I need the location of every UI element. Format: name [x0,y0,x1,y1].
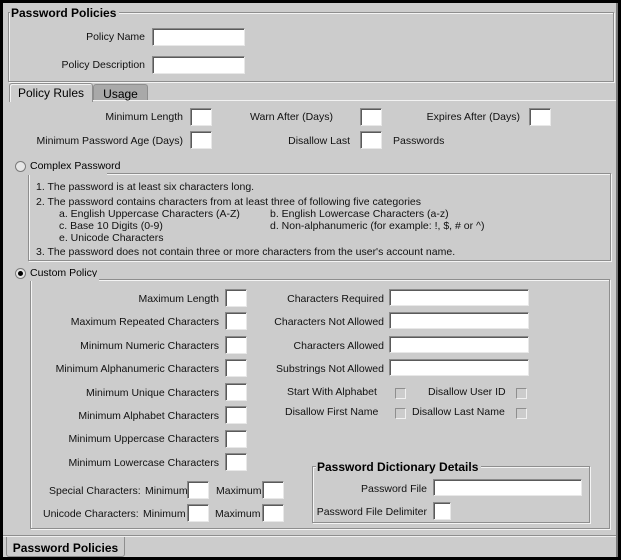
passwords-suffix-label: Passwords [393,135,445,147]
password-file-label: Password File [361,483,427,495]
custom-policy-label-gap [29,277,99,281]
policy-description-label: Policy Description [61,59,145,71]
disallow-first-name-label: Disallow First Name [285,406,379,418]
unicode-maximum-input[interactable] [262,504,284,522]
start-with-alphabet-label: Start With Alphabet [287,386,377,398]
unicode-maximum-label: Maximum [215,508,261,520]
password-file-input[interactable] [433,479,582,496]
maximum-repeated-label: Maximum Repeated Characters [70,316,219,328]
characters-required-input[interactable] [389,289,529,306]
substrings-not-allowed-label: Substrings Not Allowed [276,363,384,375]
tab-strip-line [89,100,616,101]
complex-password-label-gap [27,171,107,175]
complex-rule-2d: d. Non-alphanumeric (for example: !, $, … [270,220,485,232]
warn-after-input[interactable] [360,108,382,126]
disallow-last-input[interactable] [360,131,382,149]
special-maximum-label: Maximum [216,485,262,497]
characters-not-allowed-input[interactable] [389,312,529,329]
special-maximum-input[interactable] [262,481,284,499]
complex-rule-2b: b. English Lowercase Characters (a-z) [270,208,449,220]
tab-policy-rules[interactable]: Policy Rules [9,83,93,102]
minimum-alphabet-label: Minimum Alphabet Characters [78,410,219,422]
password-file-delimiter-input[interactable] [433,502,451,520]
bottom-tab-password-policies[interactable]: Password Policies [6,537,125,557]
disallow-user-id-label: Disallow User ID [428,386,506,398]
expires-after-input[interactable] [529,108,551,126]
maximum-length-label: Maximum Length [138,293,219,305]
complex-rule-2a: a. English Uppercase Characters (A-Z) [59,208,240,220]
disallow-last-label: Disallow Last [288,135,350,147]
password-policies-window: Password Policies Policy Name Policy Des… [3,3,618,557]
special-characters-label: Special Characters: [49,485,141,497]
custom-policy-radio[interactable] [15,268,26,279]
complex-rule-2: 2. The password contains characters from… [36,196,421,208]
minimum-length-input[interactable] [190,108,212,126]
policy-name-label: Policy Name [86,31,145,43]
characters-allowed-input[interactable] [389,336,529,353]
disallow-last-name-label: Disallow Last Name [412,406,505,418]
radio-selected-dot [18,271,23,276]
characters-not-allowed-label: Characters Not Allowed [274,316,384,328]
minimum-lowercase-input[interactable] [225,453,247,471]
complex-rule-2c: c. Base 10 Digits (0-9) [59,220,163,232]
start-with-alphabet-checkbox[interactable] [395,388,406,399]
maximum-repeated-input[interactable] [225,312,247,330]
policy-description-input[interactable] [152,56,245,74]
minimum-alphanumeric-label: Minimum Alphanumeric Characters [55,363,219,375]
policy-name-input[interactable] [152,28,245,46]
disallow-last-name-checkbox[interactable] [516,408,527,419]
minimum-alphabet-input[interactable] [225,406,247,424]
minimum-unique-label: Minimum Unique Characters [85,387,219,399]
special-minimum-input[interactable] [187,481,209,499]
complex-password-radio[interactable] [15,161,26,172]
minimum-lowercase-label: Minimum Lowercase Characters [68,457,219,469]
characters-required-label: Characters Required [287,293,384,305]
characters-allowed-label: Characters Allowed [293,340,384,352]
expires-after-label: Expires After (Days) [426,111,520,123]
password-file-delimiter-label: Password File Delimiter [316,506,427,518]
complex-rule-3: 3. The password does not contain three o… [36,246,456,258]
unicode-minimum-label: Minimum [143,508,186,520]
complex-rule-1: 1. The password is at least six characte… [36,181,255,193]
min-password-age-label: Minimum Password Age (Days) [36,135,183,147]
unicode-minimum-input[interactable] [187,504,209,522]
minimum-length-label: Minimum Length [105,111,183,123]
warn-after-label: Warn After (Days) [249,111,333,123]
password-policies-title: Password Policies [10,6,120,20]
minimum-uppercase-label: Minimum Uppercase Characters [68,433,219,445]
special-minimum-label: Minimum [145,485,188,497]
password-policies-group [8,12,614,82]
minimum-uppercase-input[interactable] [225,430,247,448]
min-password-age-input[interactable] [190,131,212,149]
complex-rule-2e: e. Unicode Characters [59,232,164,244]
minimum-unique-input[interactable] [225,383,247,401]
disallow-user-id-checkbox[interactable] [516,388,527,399]
tab-usage[interactable]: Usage [93,84,148,101]
substrings-not-allowed-input[interactable] [389,359,529,376]
maximum-length-input[interactable] [225,289,247,307]
minimum-numeric-input[interactable] [225,336,247,354]
disallow-first-name-checkbox[interactable] [395,408,406,419]
minimum-numeric-label: Minimum Numeric Characters [80,340,219,352]
password-dictionary-title: Password Dictionary Details [316,460,482,474]
minimum-alphanumeric-input[interactable] [225,359,247,377]
unicode-characters-label: Unicode Characters: [43,508,139,520]
